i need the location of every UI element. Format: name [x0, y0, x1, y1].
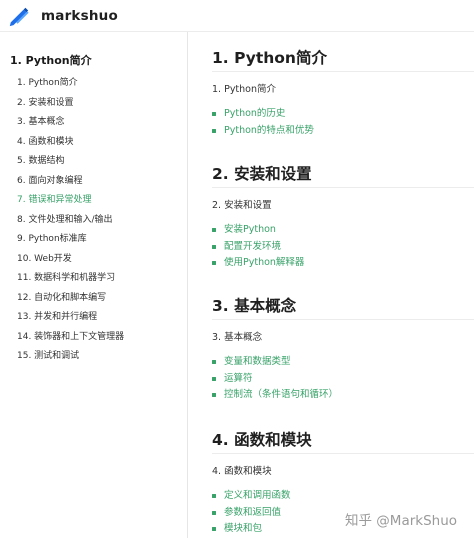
section-link-list: 安装Python 配置开发环境 使用Python解释器 [212, 222, 304, 272]
section-link-label[interactable]: 配置开发环境 [224, 239, 281, 256]
top-header: markshuo [0, 0, 474, 32]
toc-item[interactable]: 13. 并发和并行编程 [17, 308, 124, 328]
section-link[interactable]: 参数和返回值 [212, 505, 291, 522]
section-link[interactable]: 安装Python [212, 222, 304, 239]
heading-divider [212, 71, 474, 72]
section-link-label[interactable]: 定义和调用函数 [224, 488, 291, 505]
heading-divider [212, 453, 474, 454]
toc-item[interactable]: 11. 数据科学和机器学习 [17, 269, 124, 289]
toc-item[interactable]: 4. 函数和模块 [17, 133, 124, 153]
bullet-icon [212, 360, 216, 365]
section-intro: 1. Python简介 [212, 84, 277, 95]
brand-name[interactable]: markshuo [41, 8, 118, 24]
section-intro: 4. 函数和模块 [212, 466, 272, 477]
sidebar-title[interactable]: 1. Python简介 [10, 52, 92, 68]
main-content: 1. Python简介 1. Python简介 Python的历史 Python的特点… [212, 32, 474, 538]
toc-item[interactable]: 14. 装饰器和上下文管理器 [17, 328, 124, 348]
section-heading: 2. 安装和设置 [212, 165, 312, 183]
section-link[interactable]: 使用Python解释器 [212, 255, 304, 272]
bullet-icon [212, 128, 216, 133]
watermark: 知乎 @MarkShuo [345, 513, 458, 529]
toc-item[interactable]: 10. Web开发 [17, 250, 124, 270]
section-intro: 3. 基本概念 [212, 332, 263, 343]
section-link[interactable]: 控制流（条件语句和循环） [212, 387, 338, 404]
toc-sidebar: 1. Python简介 1. Python简介 2. 安装和设置 3. 基本概念 4.… [0, 32, 188, 538]
bullet-icon [212, 393, 216, 398]
toc-item[interactable]: 12. 自动化和脚本编写 [17, 289, 124, 309]
section-link-list: 变量和数据类型 运算符 控制流（条件语句和循环） [212, 354, 338, 404]
section-link-label[interactable]: Python的特点和优势 [224, 123, 314, 140]
section-link-label[interactable]: 运算符 [224, 371, 253, 388]
bullet-icon [212, 376, 216, 381]
section-link-label[interactable]: 模块和包 [224, 521, 262, 538]
section-link[interactable]: 运算符 [212, 371, 338, 388]
toc-item[interactable]: 8. 文件处理和输入/输出 [17, 211, 124, 231]
toc-item[interactable]: 2. 安装和设置 [17, 94, 124, 114]
section-link-label[interactable]: 使用Python解释器 [224, 255, 304, 272]
heading-divider [212, 319, 474, 320]
section-link-label[interactable]: 安装Python [224, 222, 276, 239]
section-link[interactable]: 配置开发环境 [212, 239, 304, 256]
section-intro: 2. 安装和设置 [212, 200, 272, 211]
bullet-icon [212, 244, 216, 249]
section-link-list: Python的历史 Python的特点和优势 [212, 106, 314, 139]
toc-item[interactable]: 15. 测试和调试 [17, 347, 124, 367]
section-link[interactable]: 变量和数据类型 [212, 354, 338, 371]
section-heading: 3. 基本概念 [212, 297, 297, 315]
toc-list: 1. Python简介 2. 安装和设置 3. 基本概念 4. 函数和模块 5. 数据结… [17, 74, 124, 367]
section-link[interactable]: Python的特点和优势 [212, 123, 314, 140]
section-link[interactable]: Python的历史 [212, 106, 314, 123]
toc-item[interactable]: 7. 错误和异常处理 [17, 191, 124, 211]
section-heading: 1. Python简介 [212, 49, 327, 67]
toc-item[interactable]: 3. 基本概念 [17, 113, 124, 133]
bullet-icon [212, 228, 216, 233]
section-link[interactable]: 模块和包 [212, 521, 291, 538]
section-link-label[interactable]: 变量和数据类型 [224, 354, 291, 371]
heading-divider [212, 187, 474, 188]
section-link-label[interactable]: 控制流（条件语句和循环） [224, 387, 338, 404]
section-link-label[interactable]: Python的历史 [224, 106, 285, 123]
toc-item[interactable]: 5. 数据结构 [17, 152, 124, 172]
bullet-icon [212, 261, 216, 266]
bullet-icon [212, 112, 216, 117]
toc-item[interactable]: 1. Python简介 [17, 74, 124, 94]
section-link-label[interactable]: 参数和返回值 [224, 505, 281, 522]
pencil-logo-icon[interactable] [8, 5, 30, 27]
bullet-icon [212, 510, 216, 515]
bullet-icon [212, 494, 216, 499]
section-link-list: 定义和调用函数 参数和返回值 模块和包 [212, 488, 291, 538]
bullet-icon [212, 527, 216, 532]
section-heading: 4. 函数和模块 [212, 431, 312, 449]
toc-item[interactable]: 9. Python标准库 [17, 230, 124, 250]
section-link[interactable]: 定义和调用函数 [212, 488, 291, 505]
toc-item[interactable]: 6. 面向对象编程 [17, 172, 124, 192]
